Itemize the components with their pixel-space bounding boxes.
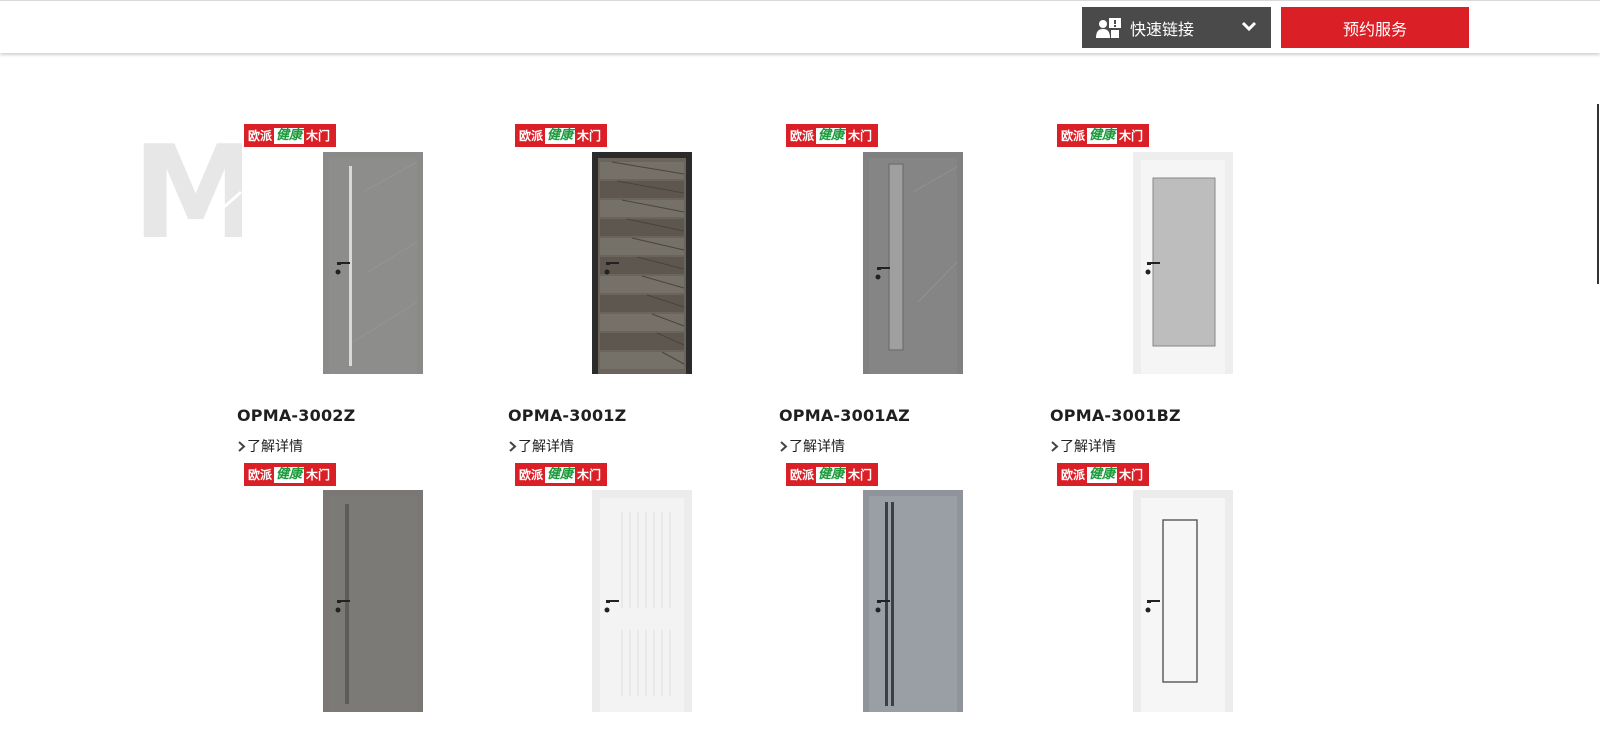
- door-image[interactable]: [323, 152, 423, 374]
- brand-badge: 欧派 健康 木门: [786, 124, 878, 147]
- badge-left: 欧派: [248, 129, 273, 143]
- badge-left: 欧派: [790, 468, 815, 482]
- product-model-name: OPMA-3001BZ: [1050, 406, 1181, 425]
- door-image[interactable]: [592, 152, 692, 374]
- door-image[interactable]: [863, 490, 963, 712]
- brand-badge: 欧派 健康 木门: [244, 463, 336, 486]
- brand-badge: 欧派 健康 木门: [1057, 463, 1149, 486]
- door-image[interactable]: [592, 490, 692, 712]
- learn-more-label: 了解详情: [789, 439, 845, 455]
- learn-more-link[interactable]: 了解详情: [508, 436, 574, 456]
- watermark-m-logo: M: [132, 125, 242, 260]
- badge-middle: 健康: [1087, 466, 1118, 483]
- brand-badge: 欧派 健康 木门: [244, 124, 336, 147]
- badge-right: 木门: [848, 129, 873, 143]
- badge-middle: 健康: [545, 466, 576, 483]
- learn-more-link[interactable]: 了解详情: [237, 436, 303, 456]
- door-image[interactable]: [863, 152, 963, 374]
- product-model-name: OPMA-3001Z: [508, 406, 627, 425]
- badge-right: 木门: [306, 129, 331, 143]
- brand-badge: 欧派 健康 木门: [515, 124, 607, 147]
- brand-badge: 欧派 健康 木门: [786, 463, 878, 486]
- badge-right: 木门: [848, 468, 873, 482]
- badge-right: 木门: [577, 129, 602, 143]
- door-image[interactable]: [1133, 152, 1233, 374]
- brand-badge: 欧派 健康 木门: [515, 463, 607, 486]
- top-bar: 快速链接 预约服务: [0, 0, 1600, 53]
- learn-more-link[interactable]: 了解详情: [779, 436, 845, 456]
- chevron-right-icon: [1051, 440, 1059, 452]
- learn-more-label: 了解详情: [518, 439, 574, 455]
- badge-middle: 健康: [1087, 127, 1118, 144]
- badge-right: 木门: [1119, 129, 1144, 143]
- badge-left: 欧派: [248, 468, 273, 482]
- badge-middle: 健康: [274, 466, 305, 483]
- product-model-name: OPMA-3002Z: [237, 406, 356, 425]
- quick-links-dropdown[interactable]: 快速链接: [1082, 7, 1271, 48]
- book-service-button[interactable]: 预约服务: [1281, 7, 1469, 48]
- badge-left: 欧派: [790, 129, 815, 143]
- door-image[interactable]: [323, 490, 423, 712]
- badge-middle: 健康: [545, 127, 576, 144]
- badge-middle: 健康: [274, 127, 305, 144]
- learn-more-label: 了解详情: [1060, 439, 1116, 455]
- badge-middle: 健康: [816, 127, 847, 144]
- badge-left: 欧派: [1061, 129, 1086, 143]
- chevron-right-icon: [238, 440, 246, 452]
- learn-more-label: 了解详情: [247, 439, 303, 455]
- quick-links-label: 快速链接: [1130, 19, 1195, 39]
- quick-links-icon: [1096, 17, 1121, 38]
- badge-left: 欧派: [519, 468, 544, 482]
- learn-more-link[interactable]: 了解详情: [1050, 436, 1116, 456]
- scroll-indicator: [1597, 104, 1599, 284]
- chevron-down-icon: [1241, 21, 1257, 32]
- product-model-name: OPMA-3001AZ: [779, 406, 910, 425]
- chevron-right-icon: [509, 440, 517, 452]
- badge-left: 欧派: [1061, 468, 1086, 482]
- badge-right: 木门: [577, 468, 602, 482]
- door-image[interactable]: [1133, 490, 1233, 712]
- brand-badge: 欧派 健康 木门: [1057, 124, 1149, 147]
- badge-middle: 健康: [816, 466, 847, 483]
- badge-right: 木门: [1119, 468, 1144, 482]
- badge-right: 木门: [306, 468, 331, 482]
- chevron-right-icon: [780, 440, 788, 452]
- badge-left: 欧派: [519, 129, 544, 143]
